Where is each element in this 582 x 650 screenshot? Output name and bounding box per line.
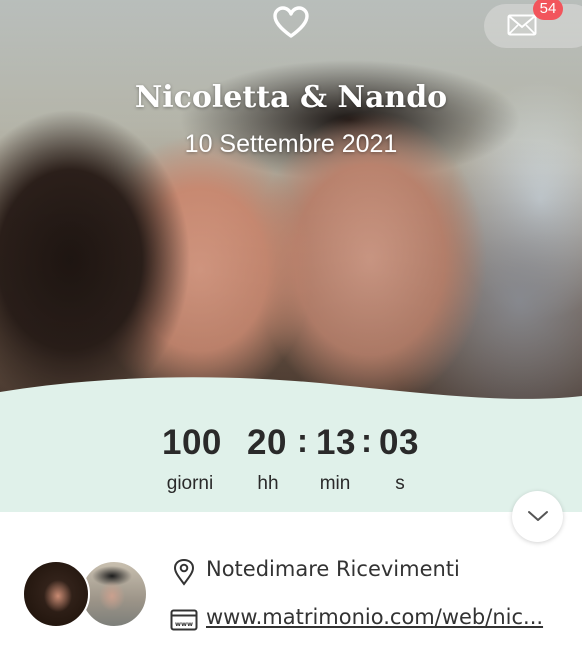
expand-button[interactable]: [512, 491, 563, 542]
venue-name: Notedimare Ricevimenti: [206, 557, 460, 581]
wedding-date: 10 Settembre 2021: [184, 130, 398, 158]
countdown-hours: 20: [247, 423, 287, 462]
couple-names: Nicoletta & Nando: [134, 80, 448, 115]
countdown-separator: :: [297, 422, 308, 459]
groom-avatar: [80, 560, 148, 628]
photo-shade: [0, 0, 582, 420]
chevron-down-icon: [528, 511, 548, 521]
website-link[interactable]: www.matrimonio.com/web/nic...: [206, 605, 543, 629]
countdown-days-label: giorni: [166, 473, 214, 494]
couple-photo: [0, 0, 582, 420]
mail-icon[interactable]: [507, 14, 537, 36]
countdown-separator: :: [361, 422, 372, 459]
countdown-seconds-label: s: [395, 473, 405, 494]
svg-text:www: www: [175, 620, 193, 628]
heart-icon[interactable]: [272, 5, 310, 39]
countdown-seconds: 03: [379, 423, 419, 462]
web-browser-icon: www: [170, 609, 198, 631]
unread-badge: 54: [533, 0, 563, 20]
bride-avatar: [22, 560, 90, 628]
countdown-days: 100: [162, 423, 222, 462]
countdown-minutes: 13: [316, 423, 356, 462]
location-pin-icon: [173, 558, 195, 586]
